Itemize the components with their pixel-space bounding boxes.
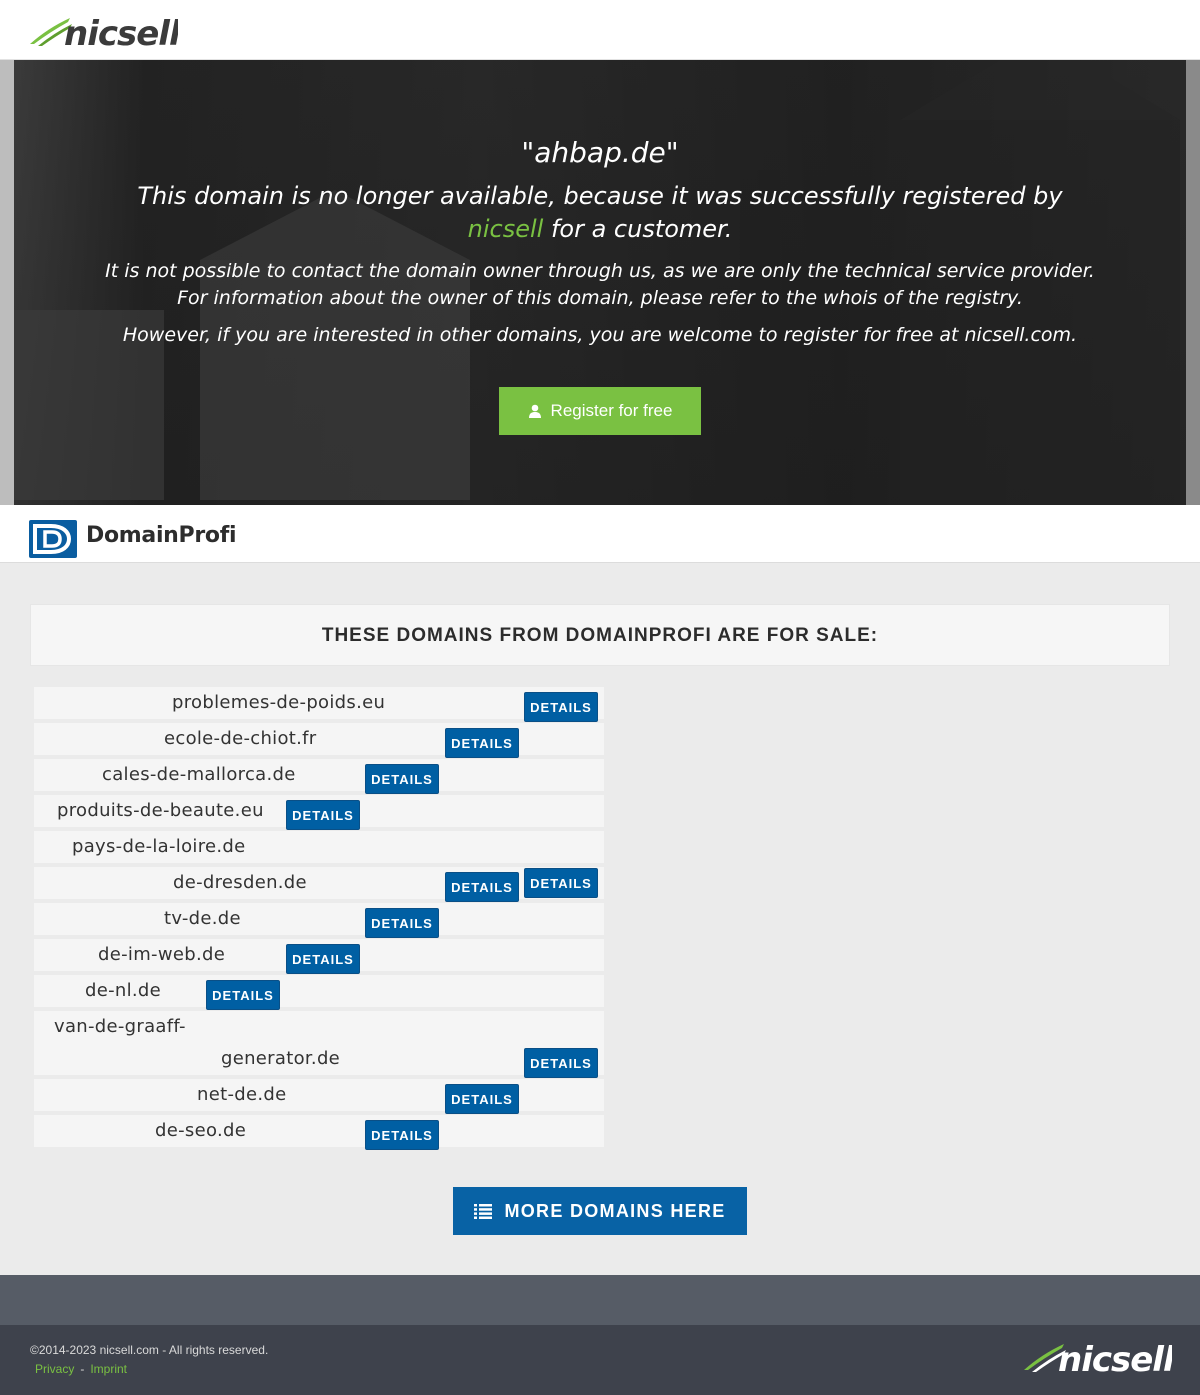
- domain-link[interactable]: ecole-de-chiot.fr: [164, 727, 316, 751]
- domain-row: produits-de-beaute.eu DETAILS: [34, 795, 604, 830]
- details-button[interactable]: DETAILS: [365, 1120, 439, 1150]
- top-header: nicsell: [0, 0, 1200, 60]
- details-button[interactable]: DETAILS: [445, 728, 519, 758]
- details-button[interactable]: DETAILS: [445, 872, 519, 902]
- details-button[interactable]: DETAILS: [524, 1048, 598, 1078]
- sale-heading: THESE DOMAINS FROM DOMAINPROFI ARE FOR S…: [321, 625, 879, 646]
- privacy-link[interactable]: Privacy: [35, 1362, 74, 1376]
- details-button[interactable]: DETAILS: [365, 764, 439, 794]
- domain-row: de-seo.de DETAILS: [34, 1115, 604, 1150]
- svg-text:nicsell: nicsell: [1058, 1340, 1172, 1376]
- svg-text:nicsell: nicsell: [64, 14, 178, 50]
- sale-heading-box: THESE DOMAINS FROM DOMAINPROFI ARE FOR S…: [30, 604, 1170, 666]
- owner-info-text: It is not possible to contact the domain…: [105, 260, 1095, 309]
- details-button[interactable]: DETAILS: [286, 944, 360, 974]
- details-button[interactable]: DETAILS: [286, 800, 360, 830]
- domain-link-line-2[interactable]: generator.de: [221, 1047, 340, 1071]
- domain-row: cales-de-mallorca.de DETAILS: [34, 759, 604, 794]
- details-button[interactable]: DETAILS: [524, 692, 598, 722]
- message-text-end: for a customer.: [543, 215, 733, 243]
- domain-link[interactable]: net-de.de: [197, 1083, 286, 1107]
- imprint-link[interactable]: Imprint: [90, 1362, 127, 1376]
- domain-name-heading: "ahbap.de": [521, 136, 679, 169]
- more-domains-label: MORE DOMAINS HERE: [504, 1200, 726, 1221]
- domain-link[interactable]: cales-de-mallorca.de: [102, 763, 296, 787]
- nicsell-link[interactable]: nicsell: [468, 215, 544, 243]
- unavailable-message: This domain is no longer available, beca…: [100, 180, 1100, 246]
- message-text-start: This domain is no longer available, beca…: [137, 182, 1063, 210]
- footer-links: Privacy - Imprint: [35, 1362, 127, 1376]
- domain-row: problemes-de-poids.eu DETAILS: [34, 687, 604, 722]
- domain-row: de-dresden.de DETAILS DETAILS: [34, 867, 604, 902]
- user-icon: [528, 404, 541, 418]
- footer-top-band: [0, 1275, 1200, 1325]
- domain-row: pays-de-la-loire.de: [34, 831, 604, 863]
- domainprofi-logo-icon[interactable]: [29, 520, 77, 558]
- footer-nicsell-logo[interactable]: nicsell: [1022, 1340, 1172, 1376]
- more-domains-button[interactable]: MORE DOMAINS HERE: [453, 1187, 747, 1235]
- domain-link[interactable]: problemes-de-poids.eu: [172, 691, 385, 715]
- domainprofi-bar: DomainProfi: [0, 505, 1200, 563]
- copyright-text: ©2014-2023 nicsell.com - All rights rese…: [30, 1343, 269, 1357]
- domain-row: de-im-web.de DETAILS: [34, 939, 604, 974]
- domain-link[interactable]: de-im-web.de: [98, 943, 225, 967]
- domainprofi-logo-text[interactable]: DomainProfi: [86, 523, 237, 548]
- details-button[interactable]: DETAILS: [206, 980, 280, 1010]
- domain-row: net-de.de DETAILS: [34, 1079, 604, 1114]
- interest-text: However, if you are interested in other …: [122, 324, 1078, 346]
- list-icon: [474, 1204, 493, 1219]
- domain-link[interactable]: de-dresden.de: [173, 871, 307, 895]
- register-button-label: Register for free: [550, 401, 673, 420]
- domain-link[interactable]: de-nl.de: [85, 979, 161, 1003]
- domain-row: ecole-de-chiot.fr DETAILS: [34, 723, 604, 758]
- details-button[interactable]: DETAILS: [445, 1084, 519, 1114]
- footer-link-separator: -: [80, 1362, 85, 1376]
- domain-link[interactable]: de-seo.de: [155, 1119, 246, 1143]
- footer: [0, 1325, 1200, 1395]
- domain-row: tv-de.de DETAILS: [34, 903, 604, 938]
- domain-row: van-de-graaff- generator.de DETAILS: [34, 1011, 604, 1078]
- domain-link[interactable]: pays-de-la-loire.de: [72, 835, 246, 859]
- nicsell-logo[interactable]: nicsell: [28, 14, 178, 50]
- details-button[interactable]: DETAILS: [524, 868, 598, 898]
- domain-link[interactable]: produits-de-beaute.eu: [57, 799, 264, 823]
- domain-link-line-1[interactable]: van-de-graaff-: [54, 1015, 186, 1039]
- domain-row: de-nl.de DETAILS: [34, 975, 604, 1010]
- hero-banner: "ahbap.de" This domain is no longer avai…: [0, 60, 1200, 505]
- domain-link[interactable]: tv-de.de: [164, 907, 241, 931]
- register-button[interactable]: Register for free: [499, 387, 701, 435]
- details-button[interactable]: DETAILS: [365, 908, 439, 938]
